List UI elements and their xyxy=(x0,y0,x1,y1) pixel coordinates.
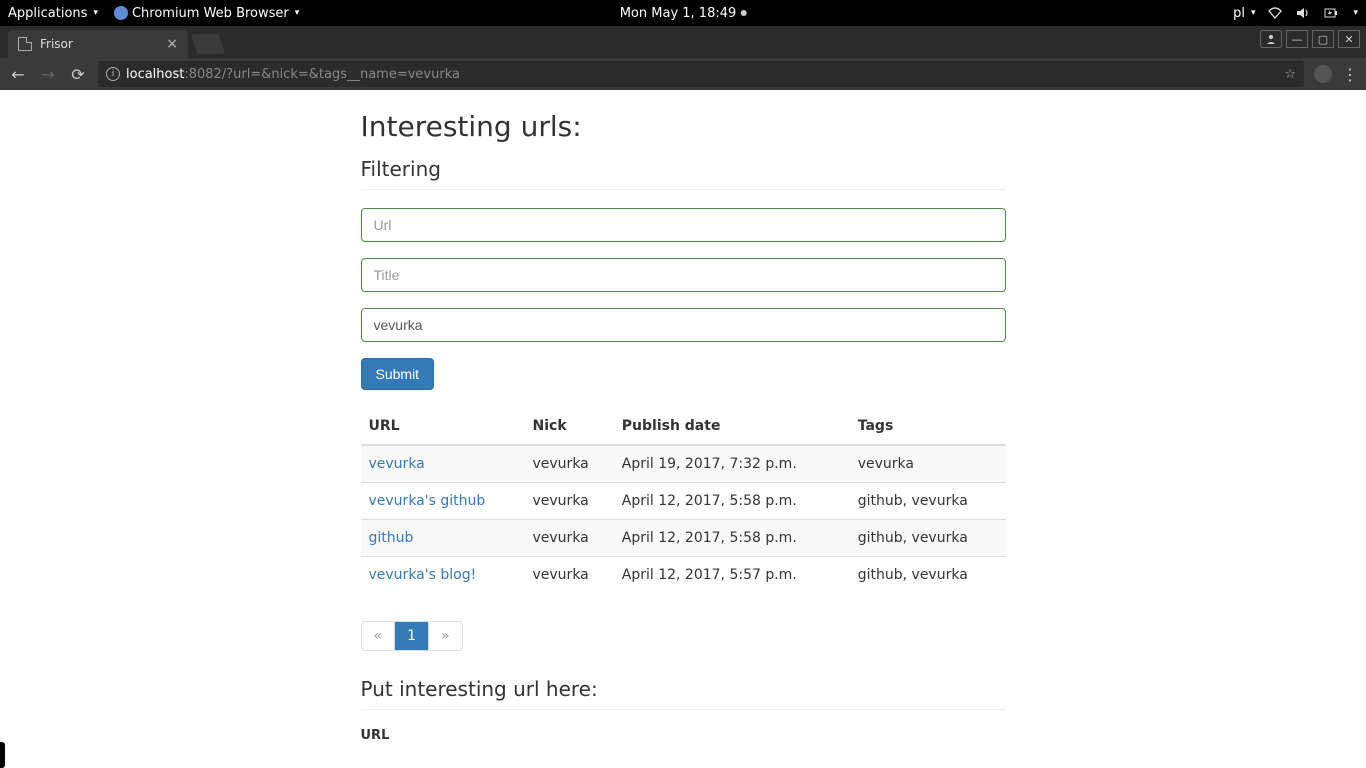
col-date: Publish date xyxy=(614,408,850,445)
row-tags: vevurka xyxy=(850,445,1006,483)
row-nick: vevurka xyxy=(525,557,614,594)
row-nick: vevurka xyxy=(525,520,614,557)
page-viewport[interactable]: Interesting urls: Filtering Submit URL N… xyxy=(0,90,1366,768)
applications-label: Applications xyxy=(8,6,87,21)
forward-button: → xyxy=(38,65,58,84)
back-button[interactable]: ← xyxy=(8,65,28,84)
reload-button[interactable]: ⟳ xyxy=(68,65,88,84)
window-maximize-button[interactable]: ▢ xyxy=(1312,30,1334,48)
row-url-link[interactable]: github xyxy=(369,530,414,546)
volume-icon[interactable] xyxy=(1295,6,1311,20)
chromium-icon xyxy=(114,6,128,20)
table-row: github vevurka April 12, 2017, 5:58 p.m.… xyxy=(361,520,1006,557)
add-url-heading: Put interesting url here: xyxy=(361,677,1006,710)
row-tags: github, vevurka xyxy=(850,520,1006,557)
browser-tab[interactable]: Frisor × xyxy=(8,30,188,58)
window-minimize-button[interactable]: — xyxy=(1286,30,1308,48)
user-profile-button[interactable] xyxy=(1260,30,1282,48)
row-date: April 12, 2017, 5:58 p.m. xyxy=(614,520,850,557)
window-close-button[interactable]: ✕ xyxy=(1338,30,1360,48)
col-url: URL xyxy=(361,408,525,445)
table-row: vevurka's blog! vevurka April 12, 2017, … xyxy=(361,557,1006,594)
clock-label: Mon May 1, 18:49 xyxy=(620,6,737,21)
row-tags: github, vevurka xyxy=(850,557,1006,594)
page-content: Interesting urls: Filtering Submit URL N… xyxy=(361,90,1006,768)
new-tab-button[interactable] xyxy=(191,34,225,54)
applications-menu[interactable]: Applications ▾ xyxy=(8,6,98,21)
browser-window: Frisor × — ▢ ✕ ← → ⟳ i localhost:8082/?u… xyxy=(0,26,1366,768)
pagination: « 1 » xyxy=(361,621,463,651)
row-nick: vevurka xyxy=(525,483,614,520)
tab-strip: Frisor × — ▢ ✕ xyxy=(0,26,1366,58)
page-title: Interesting urls: xyxy=(361,110,1006,143)
row-date: April 12, 2017, 5:58 p.m. xyxy=(614,483,850,520)
col-nick: Nick xyxy=(525,408,614,445)
chevron-down-icon: ▾ xyxy=(295,8,300,18)
row-tags: github, vevurka xyxy=(850,483,1006,520)
col-tags: Tags xyxy=(850,408,1006,445)
page-icon xyxy=(18,37,32,51)
pagination-prev[interactable]: « xyxy=(362,622,396,650)
url-path: /?url=&nick=&tags__name=vevurka xyxy=(222,67,460,82)
keyboard-layout-indicator[interactable]: pl ▾ xyxy=(1233,6,1255,21)
submit-button[interactable]: Submit xyxy=(361,358,435,390)
notification-dot-icon xyxy=(740,10,746,16)
active-app-label: Chromium Web Browser xyxy=(132,6,289,21)
row-url-link[interactable]: vevurka's github xyxy=(369,493,486,509)
row-nick: vevurka xyxy=(525,445,614,483)
chevron-down-icon: ▾ xyxy=(93,8,98,18)
desktop-edge-handle xyxy=(0,742,5,768)
tab-title: Frisor xyxy=(40,37,73,51)
add-url-label: URL xyxy=(361,728,1006,743)
pagination-page-1[interactable]: 1 xyxy=(395,622,429,650)
chevron-down-icon: ▾ xyxy=(1251,8,1256,18)
wifi-icon[interactable] xyxy=(1267,6,1283,20)
site-info-icon[interactable]: i xyxy=(106,67,120,81)
lang-label: pl xyxy=(1233,6,1245,21)
filter-tags-input[interactable] xyxy=(361,308,1006,342)
url-host: localhost xyxy=(126,67,184,82)
pagination-next[interactable]: » xyxy=(429,622,462,650)
row-date: April 19, 2017, 7:32 p.m. xyxy=(614,445,850,483)
battery-icon[interactable] xyxy=(1323,6,1339,20)
desktop-top-bar: Applications ▾ Chromium Web Browser ▾ Mo… xyxy=(0,0,1366,26)
extension-icon[interactable] xyxy=(1314,65,1332,83)
filter-title-input[interactable] xyxy=(361,258,1006,292)
table-row: vevurka's github vevurka April 12, 2017,… xyxy=(361,483,1006,520)
browser-menu-icon[interactable]: ⋮ xyxy=(1342,65,1358,84)
address-bar[interactable]: i localhost:8082/?url=&nick=&tags__name=… xyxy=(98,61,1304,87)
system-menu-chevron-icon[interactable]: ▾ xyxy=(1353,8,1358,18)
clock[interactable]: Mon May 1, 18:49 xyxy=(620,6,747,21)
filter-heading: Filtering xyxy=(361,157,1006,190)
row-url-link[interactable]: vevurka's blog! xyxy=(369,567,477,583)
browser-toolbar: ← → ⟳ i localhost:8082/?url=&nick=&tags_… xyxy=(0,58,1366,90)
results-table: URL Nick Publish date Tags vevurka vevur… xyxy=(361,408,1006,593)
url-port: :8082 xyxy=(184,67,221,82)
row-url-link[interactable]: vevurka xyxy=(369,456,425,472)
table-row: vevurka vevurka April 19, 2017, 7:32 p.m… xyxy=(361,445,1006,483)
row-date: April 12, 2017, 5:57 p.m. xyxy=(614,557,850,594)
active-app-menu[interactable]: Chromium Web Browser ▾ xyxy=(114,6,299,21)
close-tab-icon[interactable]: × xyxy=(166,36,178,52)
bookmark-star-icon[interactable]: ☆ xyxy=(1284,67,1296,82)
filter-url-input[interactable] xyxy=(361,208,1006,242)
